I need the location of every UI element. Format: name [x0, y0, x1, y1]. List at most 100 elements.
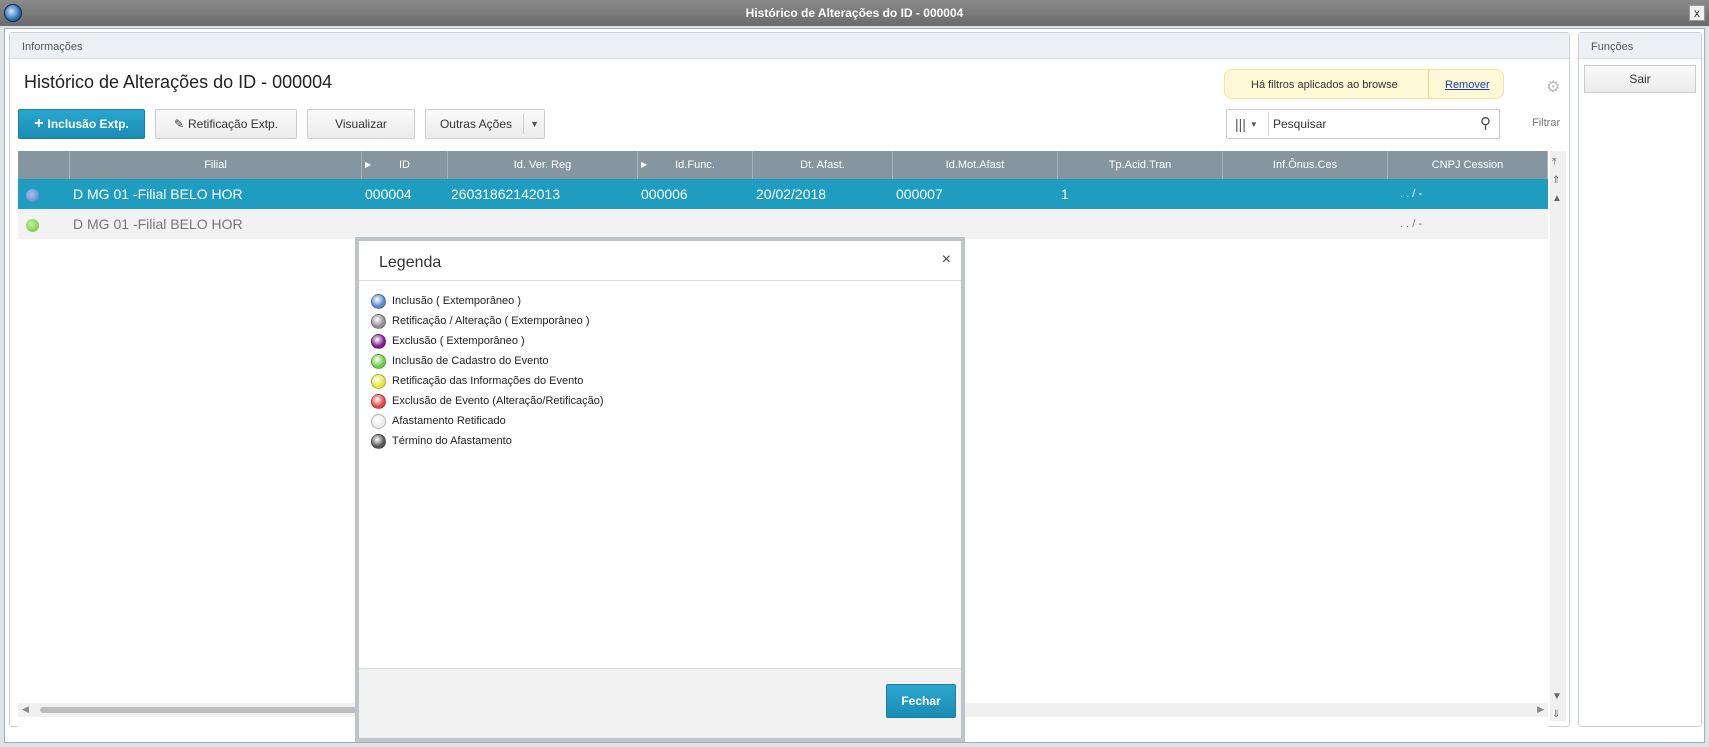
functions-panel: Funções Sair: [1578, 32, 1702, 727]
columns-selector-icon[interactable]: ||| ▼: [1229, 112, 1269, 136]
fechar-button[interactable]: Fechar: [886, 684, 956, 718]
inclusao-extp-button[interactable]: + Inclusão Extp.: [18, 109, 145, 139]
column-header-onus[interactable]: Inf.Ônus.Ces: [1223, 151, 1388, 179]
status-dot: [26, 218, 39, 232]
retificacao-extp-label: Retificação Extp.: [188, 117, 279, 131]
window-title: Histórico de Alterações do ID - 000004: [745, 6, 964, 20]
legend-color-dot: [371, 413, 386, 429]
id-cell: [362, 209, 448, 239]
gear-icon[interactable]: ⚙: [1546, 77, 1560, 97]
column-header-dt-afast[interactable]: Dt. Afast.: [753, 151, 893, 179]
legend-dialog-header: Legenda ×: [359, 241, 961, 281]
scroll-down-icon[interactable]: ▼: [1552, 691, 1562, 702]
column-header-mot-afast[interactable]: Id.Mot.Afast: [893, 151, 1058, 179]
panel-header-funcoes: Funções: [1579, 33, 1701, 59]
window-close-button[interactable]: x: [1689, 5, 1705, 21]
dt-afast-cell: 20/02/2018: [756, 186, 827, 202]
vertical-scrollbar[interactable]: ⤒ ⇑ ▲ ▼ ⇓: [1550, 151, 1566, 721]
plus-icon: +: [34, 115, 44, 132]
app-area: Informações Histórico de Alterações do I…: [4, 28, 1705, 743]
table-row[interactable]: D MG 01 -Filial BELO HOR 000004 26031862…: [18, 179, 1548, 209]
chevron-down-icon[interactable]: ▼: [530, 119, 539, 129]
legend-item-label: Exclusão ( Extemporâneo ): [392, 335, 525, 347]
legend-item-label: Exclusão de Evento (Alteração/Retificaçã…: [392, 395, 604, 407]
inclusao-extp-label: Inclusão Extp.: [47, 117, 129, 131]
window-titlebar: Histórico de Alterações do ID - 000004 x: [0, 0, 1709, 26]
legend-color-dot: [371, 433, 386, 449]
panel-header-informacoes: Informações: [10, 33, 1569, 59]
visualizar-button[interactable]: Visualizar: [307, 109, 415, 139]
legend-item-label: Afastamento Retificado: [392, 415, 506, 427]
legend-dialog: Legenda × Inclusão ( Extemporâneo ) Retif…: [355, 237, 965, 742]
legend-item-label: Término do Afastamento: [392, 435, 512, 447]
legend-color-dot: [371, 393, 386, 409]
legend-item: Exclusão ( Extemporâneo ): [371, 331, 604, 351]
filial-cell: D MG 01 -Filial BELO HOR: [73, 216, 243, 232]
filtrar-link[interactable]: Filtrar: [1532, 117, 1560, 129]
outras-acoes-label: Outras Ações: [439, 117, 513, 131]
outras-acoes-divider: [523, 114, 524, 134]
column-header-id[interactable]: ▶ ID: [362, 151, 448, 179]
table-row[interactable]: D MG 01 -Filial BELO HOR . . / -: [18, 209, 1548, 239]
tp-acid-cell: [1058, 209, 1223, 239]
ver-reg-cell: 26031862142013: [451, 186, 561, 202]
scroll-up-icon[interactable]: ▲: [1552, 193, 1562, 204]
filter-notice-divider: [1428, 70, 1429, 98]
column-header-status[interactable]: [18, 151, 70, 179]
page-title: Histórico de Alterações do ID - 000004: [24, 72, 333, 92]
legend-item: Término do Afastamento: [371, 431, 604, 451]
column-header-func[interactable]: ▶ Id.Func.: [638, 151, 753, 179]
scroll-left-icon[interactable]: ◀: [22, 704, 29, 715]
legend-dialog-title: Legenda: [379, 254, 442, 271]
legend-item: Exclusão de Evento (Alteração/Retificaçã…: [371, 391, 604, 411]
legend-item: Afastamento Retificado: [371, 411, 604, 431]
legend-list: Inclusão ( Extemporâneo ) Retificação / A…: [371, 291, 604, 451]
dt-afast-cell: [753, 209, 893, 239]
legend-item-label: Retificação das Informações do Evento: [392, 375, 584, 387]
sort-marker-icon: ▶: [365, 160, 372, 169]
onus-cell: [1223, 179, 1388, 209]
search-box: |||▼ ⚲: [1226, 109, 1500, 139]
status-cell: [18, 209, 70, 239]
id-cell: 000004: [365, 186, 412, 202]
cnpj-cell: . . / -: [1400, 218, 1422, 230]
legend-dialog-footer: Fechar: [359, 668, 961, 738]
tp-acid-cell: 1: [1061, 186, 1069, 202]
column-header-cnpj[interactable]: CNPJ Cession: [1388, 151, 1548, 179]
func-cell: [638, 209, 753, 239]
mot-afast-cell: [893, 209, 1058, 239]
legend-item-label: Inclusão de Cadastro do Evento: [392, 355, 549, 367]
filial-cell: D MG 01 -Filial BELO HOR: [73, 186, 243, 202]
outras-acoes-button[interactable]: Outras Ações ▼: [425, 109, 545, 139]
search-input[interactable]: [1273, 115, 1463, 133]
scroll-right-icon[interactable]: ▶: [1537, 704, 1544, 715]
legend-item: Inclusão de Cadastro do Evento: [371, 351, 604, 371]
column-header-id-label: ID: [399, 159, 410, 171]
legend-item: Retificação das Informações do Evento: [371, 371, 604, 391]
status-cell: [18, 179, 70, 209]
column-header-tp-acid[interactable]: Tp.Acid.Tran: [1058, 151, 1223, 179]
column-header-func-label: Id.Func.: [675, 159, 715, 171]
func-cell: 000006: [641, 186, 688, 202]
legend-color-dot: [371, 293, 386, 309]
scroll-page-down-icon[interactable]: ⇓: [1552, 709, 1560, 720]
legend-item-label: Inclusão ( Extemporâneo ): [392, 295, 522, 307]
mot-afast-cell: 000007: [896, 186, 943, 202]
pencil-icon: ✎: [173, 117, 184, 131]
scroll-page-up-icon[interactable]: ⇑: [1552, 175, 1560, 186]
close-icon[interactable]: ×: [942, 251, 951, 269]
retificacao-extp-button[interactable]: ✎ Retificação Extp.: [155, 109, 297, 139]
cnpj-cell: . . / -: [1400, 188, 1422, 200]
legend-color-dot: [371, 333, 386, 349]
legend-color-dot: [371, 373, 386, 389]
legend-color-dot: [371, 353, 386, 369]
sair-button[interactable]: Sair: [1584, 65, 1696, 93]
column-header-ver-reg[interactable]: Id. Ver. Reg: [448, 151, 638, 179]
scroll-top-icon[interactable]: ⤒: [1552, 157, 1556, 168]
filter-notice-text: Há filtros aplicados ao browse: [1251, 79, 1398, 91]
column-header-filial[interactable]: Filial: [70, 151, 362, 179]
ver-reg-cell: [448, 209, 638, 239]
search-icon[interactable]: ⚲: [1480, 114, 1491, 132]
remove-filter-link[interactable]: Remover: [1445, 79, 1490, 91]
legend-item: Retificação / Alteração ( Extemporâneo ): [371, 311, 604, 331]
